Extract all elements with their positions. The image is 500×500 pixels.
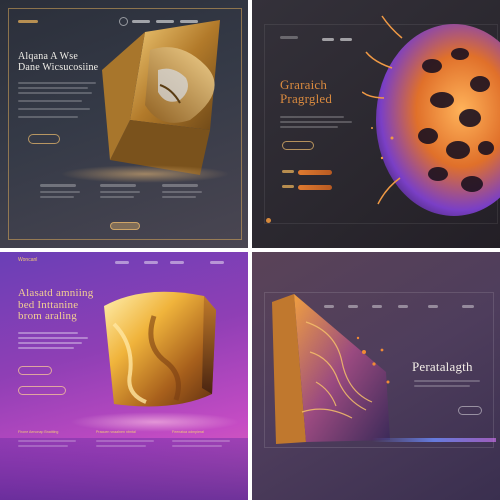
cta-button[interactable] [282,141,314,150]
footer-button[interactable] [110,222,140,230]
panel-bottom-right: Peratalagth [252,252,500,500]
image-grid: Alqana A Wse Dane Wicsucosiine Graraich … [0,0,500,500]
golden-polyhedron [102,20,220,175]
ornate-panel-sculpture [272,294,390,444]
column-heading: Fhone Aenonap Bnatiting [18,430,59,434]
slider-bar[interactable] [298,185,332,190]
hero-heading: Peratalagth [412,359,473,374]
floor-glow [60,165,230,183]
accent-light-strip [372,438,496,442]
panel-top-right: Graraich Pragrgled [252,0,500,248]
circle-dot-icon [266,218,271,223]
organic-lattice-sculpture [362,15,500,216]
logo-mark [18,20,38,23]
panel-top-left: Alqana A Wse Dane Wicsucosiine [0,0,248,248]
floor-glow [70,412,240,432]
cta-button[interactable] [458,406,482,415]
panel-bottom-left: Woncanl Alasatd amniing bed Inttanine br… [0,252,248,500]
cta-button[interactable] [18,366,52,375]
slider-bar[interactable] [298,170,332,175]
golden-liquid-cube [104,291,216,407]
column-heading: Pracuen vnaalnen ntmtal [96,430,136,434]
cta-button[interactable] [28,134,60,144]
brand-label: Woncanl [18,257,38,263]
secondary-button[interactable] [18,386,66,395]
grid-divider-horizontal [0,248,500,252]
column-heading: Feenatoa odmpieral [172,430,204,434]
